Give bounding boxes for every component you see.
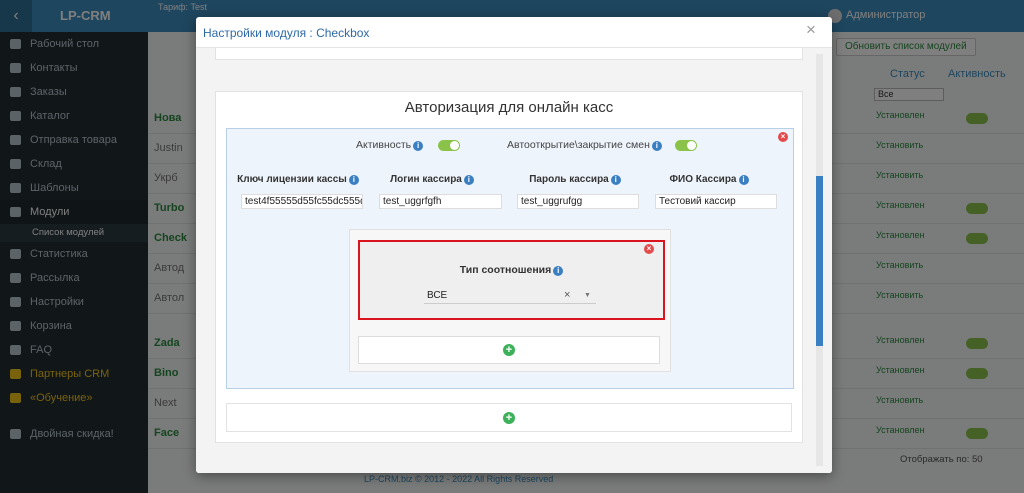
info-icon[interactable]: i [738, 175, 749, 185]
cashier-password-input[interactable]: test_uggrufgg [517, 194, 639, 209]
modal-body: Авторизация для онлайн касс × Активность… [196, 47, 832, 473]
license-key-label: Ключ лицензии кассы i [234, 174, 362, 185]
license-key-input[interactable]: test4f55555d55fc55dc555d [241, 194, 363, 209]
info-icon[interactable]: i [413, 141, 424, 151]
cashier-login-label: Логин кассира i [372, 174, 492, 185]
clear-selection-icon[interactable]: × [564, 289, 570, 302]
add-relation-button[interactable]: + [358, 336, 660, 364]
remove-register-icon[interactable]: × [778, 132, 788, 142]
previous-section-card [215, 48, 803, 60]
auto-open-close-toggle[interactable] [675, 140, 697, 151]
add-register-button[interactable]: + [226, 403, 792, 432]
cashier-login-input[interactable]: test_uggrfgfh [379, 194, 502, 209]
remove-relation-icon[interactable]: × [644, 244, 654, 254]
activity-toggle[interactable] [438, 140, 460, 151]
scrollbar-thumb[interactable] [816, 176, 823, 346]
close-icon[interactable]: × [806, 21, 816, 39]
plus-icon: + [503, 412, 515, 424]
relation-type-block: × Тип соотношения i ВСЕ × ▼ [358, 240, 665, 320]
plus-icon: + [503, 344, 515, 356]
section-title: Авторизация для онлайн касс [404, 99, 614, 116]
relation-rules-card: × Тип соотношения i ВСЕ × ▼ + [349, 229, 671, 372]
relation-type-select[interactable]: ВСЕ × ▼ [424, 289, 596, 304]
info-icon[interactable]: i [610, 175, 621, 185]
cashier-name-label: ФИО Кассира i [649, 174, 769, 185]
relation-type-label: Тип соотношения i [360, 264, 663, 276]
auto-open-close-label: Автооткрытие\закрытие смен i [507, 139, 662, 151]
info-icon[interactable]: i [651, 141, 662, 151]
module-settings-modal: Настройки модуля : Checkbox × Авторизаци… [196, 17, 832, 473]
modal-title: Настройки модуля : Checkbox [203, 26, 370, 40]
info-icon[interactable]: i [553, 266, 564, 276]
chevron-down-icon[interactable]: ▼ [584, 289, 591, 302]
cash-register-auth-section: Авторизация для онлайн касс × Активность… [215, 91, 803, 443]
info-icon[interactable]: i [463, 175, 474, 185]
info-icon[interactable]: i [348, 175, 359, 185]
activity-label: Активность i [356, 139, 424, 151]
cashier-name-input[interactable]: Тестовий касcир [655, 194, 777, 209]
register-config-card: × Активность i Автооткрытие\закрытие смен… [226, 128, 794, 389]
cashier-password-label: Пароль кассира i [509, 174, 641, 185]
modal-scrollbar[interactable] [816, 54, 823, 466]
